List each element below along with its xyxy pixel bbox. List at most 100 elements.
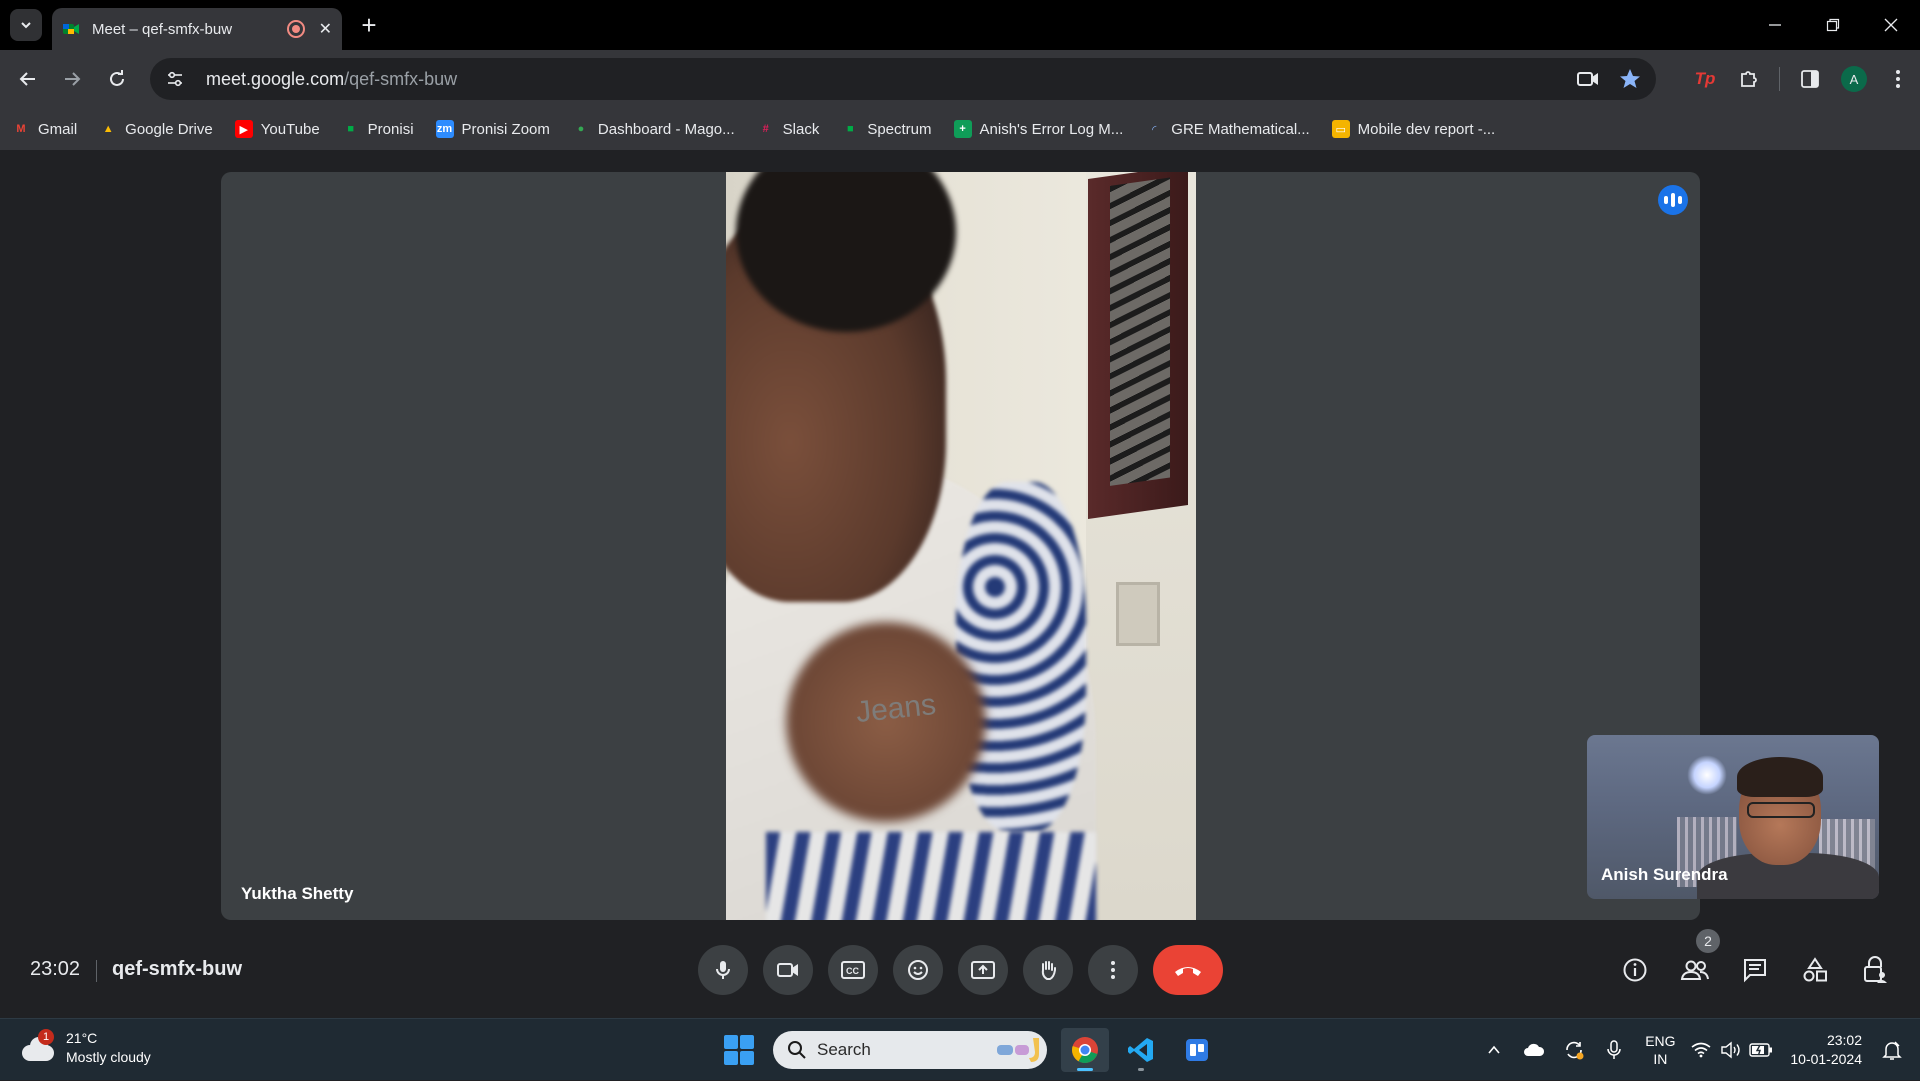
close-window-button[interactable] [1862, 0, 1920, 50]
meet-stage: Jeans Yuktha Shetty Anish Surendra [0, 150, 1920, 1018]
address-bar[interactable]: meet.google.com/qef-smfx-buw [150, 58, 1656, 100]
people-button[interactable] [1670, 945, 1720, 995]
bookmark-label: Spectrum [867, 120, 932, 138]
emoji-icon [908, 960, 928, 980]
video-window [1088, 172, 1188, 520]
bookmark-item[interactable]: ◜ GRE Mathematical... [1145, 120, 1310, 138]
browser-menu-button[interactable] [1876, 58, 1920, 100]
bookmark-item[interactable]: ● Dashboard - Mago... [572, 120, 735, 138]
video-switchboard [1116, 582, 1160, 646]
battery-charging-icon [1749, 1043, 1773, 1057]
drive-icon: ▲ [102, 123, 114, 135]
leave-call-button[interactable] [1153, 945, 1223, 995]
battery-status[interactable] [1746, 1030, 1776, 1070]
hand-icon [1041, 961, 1056, 980]
camera-in-use-icon[interactable] [1576, 67, 1600, 91]
reload-button[interactable] [103, 65, 131, 93]
taskbar-vscode[interactable] [1117, 1028, 1165, 1072]
taskbar-search[interactable]: Search [773, 1031, 1047, 1069]
side-panel-icon [1801, 70, 1819, 88]
notifications-button[interactable] [1872, 1030, 1912, 1070]
mic-in-use-button[interactable] [1594, 1030, 1634, 1070]
clock-date[interactable]: 23:02 10-01-2024 [1790, 1031, 1862, 1069]
profile-avatar: A [1841, 66, 1867, 92]
vscode-icon [1128, 1038, 1153, 1062]
url-host: meet.google.com [206, 68, 345, 89]
restore-button[interactable] [1804, 0, 1862, 50]
cloudy-weather-icon: 1 [20, 1029, 56, 1063]
profile-button[interactable]: A [1832, 58, 1876, 100]
camera-button[interactable] [763, 945, 813, 995]
wifi-status[interactable] [1686, 1030, 1716, 1070]
new-tab-button[interactable]: + [354, 10, 384, 40]
side-panel-button[interactable] [1788, 58, 1832, 100]
bookmark-item[interactable]: ▭ Mobile dev report -... [1331, 120, 1495, 138]
forward-button[interactable] [58, 65, 86, 93]
bookmark-star-icon[interactable] [1618, 67, 1642, 91]
sync-button[interactable] [1554, 1030, 1594, 1070]
start-button[interactable] [717, 1028, 761, 1072]
running-indicator [1138, 1068, 1144, 1071]
meeting-code: qef-smfx-buw [112, 958, 242, 980]
bookmark-item[interactable]: zm Pronisi Zoom [435, 120, 550, 138]
gmail-icon: M [16, 123, 26, 135]
tab-close-icon[interactable]: ✕ [319, 19, 332, 39]
url-text: meet.google.com/qef-smfx-buw [206, 69, 457, 90]
site-info-button[interactable] [160, 64, 190, 94]
video-tie-dye [956, 482, 1086, 832]
weather-temperature: 21°C [66, 1030, 98, 1046]
activities-button[interactable] [1790, 945, 1840, 995]
chat-button[interactable] [1730, 945, 1780, 995]
active-tab[interactable]: Meet – qef-smfx-buw ✕ [52, 8, 342, 50]
bookmark-label: Anish's Error Log M... [979, 120, 1124, 138]
bookmark-item[interactable]: M Gmail [12, 120, 77, 138]
captions-button[interactable]: CC [828, 945, 878, 995]
host-controls-button[interactable] [1850, 945, 1900, 995]
input-language-button[interactable]: ENG IN [1634, 1032, 1686, 1068]
bookmark-item[interactable]: # Slack [757, 120, 820, 138]
bookmark-item[interactable]: ▲ Google Drive [99, 120, 213, 138]
volume-status[interactable] [1716, 1030, 1746, 1070]
recording-indicator-icon [286, 20, 305, 38]
minimize-button[interactable] [1746, 0, 1804, 50]
taskbar-date: 10-01-2024 [1790, 1051, 1862, 1067]
main-participant-tile[interactable]: Jeans Yuktha Shetty [221, 172, 1700, 920]
show-hidden-icons-button[interactable] [1474, 1030, 1514, 1070]
back-button[interactable] [14, 65, 42, 93]
bookmark-label: Google Drive [125, 120, 213, 138]
bookmark-label: GRE Mathematical... [1171, 120, 1310, 138]
taskbar-chrome[interactable] [1061, 1028, 1109, 1072]
reactions-button[interactable] [893, 945, 943, 995]
bookmark-label: Slack [782, 120, 820, 138]
restore-icon [1826, 18, 1840, 32]
extensions-button[interactable] [1727, 58, 1771, 100]
self-video-hair [1737, 757, 1823, 797]
present-screen-button[interactable] [958, 945, 1008, 995]
slides-icon: ▭ [1331, 120, 1350, 138]
bookmark-label: YouTube [260, 120, 320, 138]
weather-widget[interactable]: 1 21°C Mostly cloudy [20, 1029, 151, 1067]
toolbar-right: Tp A [1683, 58, 1920, 100]
arrow-left-icon [19, 72, 35, 86]
onedrive-cloud-icon [1524, 1043, 1545, 1056]
tab-search-button[interactable] [10, 9, 42, 41]
meeting-info-divider [96, 960, 97, 982]
chevron-down-icon [21, 22, 31, 29]
extension-tp-button[interactable]: Tp [1683, 58, 1727, 100]
microphone-button[interactable] [698, 945, 748, 995]
meet-favicon-icon [63, 24, 79, 34]
onedrive-button[interactable] [1514, 1030, 1554, 1070]
bookmark-item[interactable]: + Anish's Error Log M... [953, 120, 1124, 138]
people-icon [1680, 960, 1709, 980]
self-view-tile[interactable]: Anish Surendra [1587, 735, 1879, 899]
more-options-button[interactable] [1088, 945, 1138, 995]
taskbar-todo-app[interactable] [1173, 1028, 1221, 1072]
bookmark-item[interactable]: ▶ YouTube [234, 120, 320, 138]
chat-icon [1744, 959, 1766, 983]
meeting-details-button[interactable] [1610, 945, 1660, 995]
microphone-icon [716, 961, 730, 979]
participant-video: Jeans [726, 172, 1196, 920]
bookmark-item[interactable]: ■ Pronisi [342, 120, 413, 138]
raise-hand-button[interactable] [1023, 945, 1073, 995]
bookmark-item[interactable]: ■ Spectrum [841, 120, 932, 138]
